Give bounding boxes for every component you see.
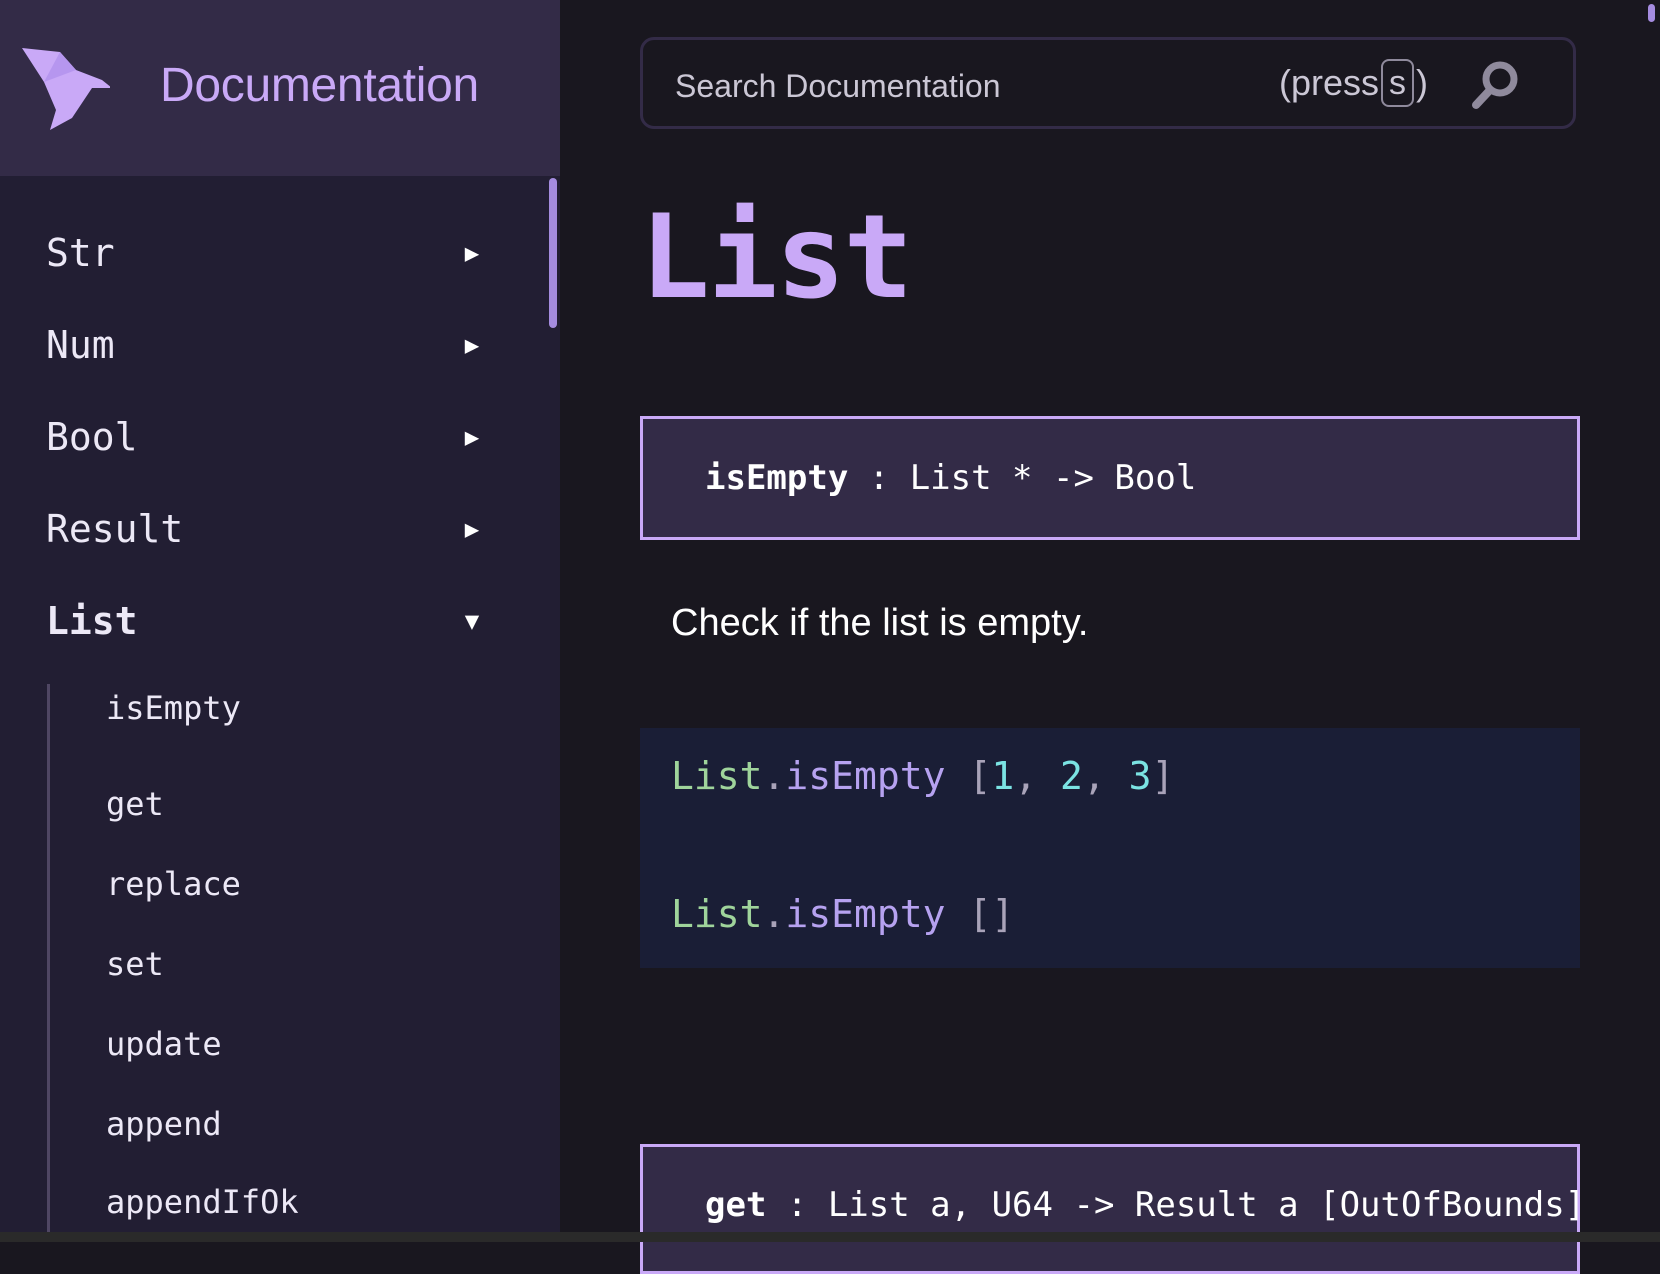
code-line: List.isEmpty [] <box>671 892 1015 936</box>
sidebar-item-str[interactable]: Str ▶ <box>46 218 486 288</box>
sidebar-item-result[interactable]: Result ▶ <box>46 494 486 564</box>
type-signature: : List * -> Bool <box>848 458 1197 498</box>
submenu-rail <box>47 684 50 1242</box>
sidebar-scrollbar[interactable] <box>549 178 557 328</box>
sidebar-item-num[interactable]: Num ▶ <box>46 310 486 380</box>
sidebar-item-label: List <box>46 599 138 643</box>
hint-suffix: ) <box>1416 62 1429 103</box>
sidebar-item-label: Result <box>46 507 184 551</box>
page-scrollbar[interactable] <box>1648 4 1655 22</box>
entry-description: Check if the list is empty. <box>671 602 1089 644</box>
function-name[interactable]: isEmpty <box>705 458 848 498</box>
sidebar-item-label: Bool <box>46 415 138 459</box>
sidebar-item-label: Str <box>46 231 115 275</box>
shortcut-key: s <box>1381 59 1415 107</box>
sidebar-entry-update[interactable]: update <box>106 1020 222 1068</box>
sidebar-entry-replace[interactable]: replace <box>106 860 241 908</box>
sidebar-entry-appendifok[interactable]: appendIfOk <box>106 1178 299 1226</box>
bottom-edge <box>0 1232 1660 1242</box>
expand-arrow-icon[interactable]: ▶ <box>458 423 486 451</box>
signature-isempty[interactable]: isEmpty : List * -> Bool <box>640 416 1580 540</box>
code-example: List.isEmpty [1, 2, 3] List.isEmpty [] <box>640 728 1580 968</box>
docs-title[interactable]: Documentation <box>160 58 479 113</box>
roc-bird-logo[interactable] <box>20 44 110 136</box>
sidebar-entry-append[interactable]: append <box>106 1100 222 1148</box>
expand-arrow-icon[interactable]: ▶ <box>458 515 486 543</box>
search-input[interactable]: Search Documentation <box>675 68 1001 105</box>
expand-arrow-icon[interactable]: ▶ <box>458 239 486 267</box>
collapse-arrow-icon[interactable]: ▼ <box>458 607 486 635</box>
page-title: List <box>640 190 913 325</box>
sidebar-entry-get[interactable]: get <box>106 780 164 828</box>
brand-header[interactable]: Documentation <box>0 0 560 176</box>
sidebar: Documentation Str ▶ Num ▶ Bool ▶ Result … <box>0 0 560 1242</box>
sidebar-item-label: Num <box>46 323 115 367</box>
type-signature: : List a, U64 -> Result a [OutOfBounds] <box>766 1185 1586 1225</box>
signature-get[interactable]: get : List a, U64 -> Result a [OutOfBoun… <box>640 1144 1585 1274</box>
sidebar-entry-set[interactable]: set <box>106 940 164 988</box>
code-line: List.isEmpty [1, 2, 3] <box>671 754 1175 798</box>
sidebar-item-bool[interactable]: Bool ▶ <box>46 402 486 472</box>
sidebar-entry-isempty[interactable]: isEmpty <box>106 684 241 732</box>
sidebar-item-list[interactable]: List ▼ <box>46 586 486 656</box>
search-box[interactable]: Search Documentation (press s ) <box>640 37 1576 129</box>
hint-prefix: (press <box>1279 62 1380 103</box>
expand-arrow-icon[interactable]: ▶ <box>458 331 486 359</box>
search-icon[interactable] <box>1468 58 1522 112</box>
function-name[interactable]: get <box>705 1185 766 1225</box>
search-shortcut-hint: (press s ) <box>1279 58 1428 108</box>
